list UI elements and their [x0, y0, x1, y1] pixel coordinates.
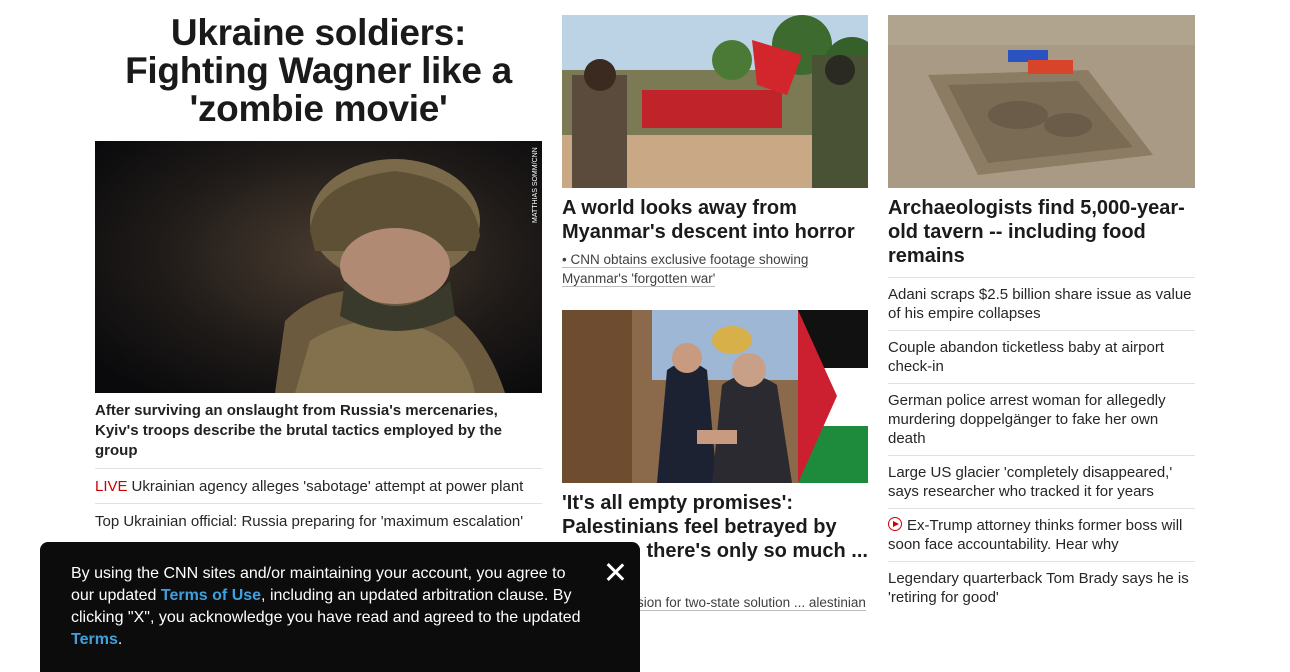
lead-headline: Ukraine soldiers: Fighting Wagner like a…	[125, 12, 512, 129]
related-link-text: Ukrainian agency alleges 'sabotage' atte…	[131, 478, 524, 495]
lead-summary: After surviving an onslaught from Russia…	[95, 402, 503, 459]
myanmar-sub: • CNN obtains exclusive footage showing …	[562, 252, 809, 287]
related-link-text: Top Ukrainian official: Russia preparing…	[95, 513, 524, 530]
related-link[interactable]: Top Ukrainian official: Russia preparing…	[95, 503, 542, 538]
lead-story: Ukraine soldiers: Fighting Wagner like a…	[95, 0, 542, 538]
play-icon	[888, 517, 902, 531]
tavern-headline-link[interactable]: Archaeologists find 5,000-year-old taver…	[888, 196, 1195, 268]
myanmar-headline-link[interactable]: A world looks away from Myanmar's descen…	[562, 196, 868, 244]
tavern-headline: Archaeologists find 5,000-year-old taver…	[888, 197, 1185, 267]
photo-credit: MATTHIAS SOMM/CNN	[532, 147, 539, 223]
terms-banner: By using the CNN sites and/or maintainin…	[40, 542, 640, 672]
right-column: Archaeologists find 5,000-year-old taver…	[888, 0, 1195, 614]
list-item-video[interactable]: Ex-Trump attorney thinks former boss wil…	[888, 508, 1195, 561]
terms-of-use-link[interactable]: Terms of Use	[161, 587, 261, 604]
terms-text-part: .	[117, 631, 123, 648]
list-item-text: Couple abandon ticketless baby at airpor…	[888, 339, 1165, 375]
list-item[interactable]: Adani scraps $2.5 billion share issue as…	[888, 277, 1195, 330]
related-link-live[interactable]: LIVE Ukrainian agency alleges 'sabotage' …	[95, 468, 542, 503]
list-item-text: Adani scraps $2.5 billion share issue as…	[888, 286, 1192, 322]
lead-summary-link[interactable]: After surviving an onslaught from Russia…	[95, 401, 542, 461]
terms-link[interactable]: Terms	[71, 631, 118, 648]
close-icon[interactable]	[603, 560, 627, 584]
headline-list: Adani scraps $2.5 billion share issue as…	[888, 277, 1195, 614]
soldier-photo	[95, 141, 542, 393]
live-badge: LIVE	[95, 478, 128, 495]
palestine-image[interactable]	[562, 310, 868, 483]
list-item-text: Legendary quarterback Tom Brady says he …	[888, 570, 1189, 606]
lead-image-soldier[interactable]: MATTHIAS SOMM/CNN	[95, 141, 542, 393]
myanmar-headline: A world looks away from Myanmar's descen…	[562, 197, 855, 243]
list-item-text: Large US glacier 'completely disappeared…	[888, 464, 1173, 500]
list-item[interactable]: Legendary quarterback Tom Brady says he …	[888, 561, 1195, 614]
excavation-photo	[888, 15, 1195, 188]
myanmar-sub-link[interactable]: • CNN obtains exclusive footage showing …	[562, 250, 868, 288]
list-item-text: Ex-Trump attorney thinks former boss wil…	[888, 517, 1183, 553]
lead-related-links: LIVE Ukrainian agency alleges 'sabotage' …	[95, 468, 542, 538]
myanmar-image[interactable]	[562, 15, 868, 188]
lead-headline-link[interactable]: Ukraine soldiers: Fighting Wagner like a…	[95, 14, 542, 128]
middle-column: A world looks away from Myanmar's descen…	[562, 0, 868, 631]
list-item-text: German police arrest woman for allegedly…	[888, 392, 1166, 447]
tavern-image[interactable]	[888, 15, 1195, 188]
list-item[interactable]: German police arrest woman for allegedly…	[888, 383, 1195, 455]
list-item[interactable]: Couple abandon ticketless baby at airpor…	[888, 330, 1195, 383]
myanmar-photo	[562, 15, 868, 188]
handshake-photo	[562, 310, 868, 483]
list-item[interactable]: Large US glacier 'completely disappeared…	[888, 455, 1195, 508]
svg-text:MATTHIAS SOMM/CNN: MATTHIAS SOMM/CNN	[532, 147, 539, 223]
terms-banner-text: By using the CNN sites and/or maintainin…	[71, 563, 581, 651]
